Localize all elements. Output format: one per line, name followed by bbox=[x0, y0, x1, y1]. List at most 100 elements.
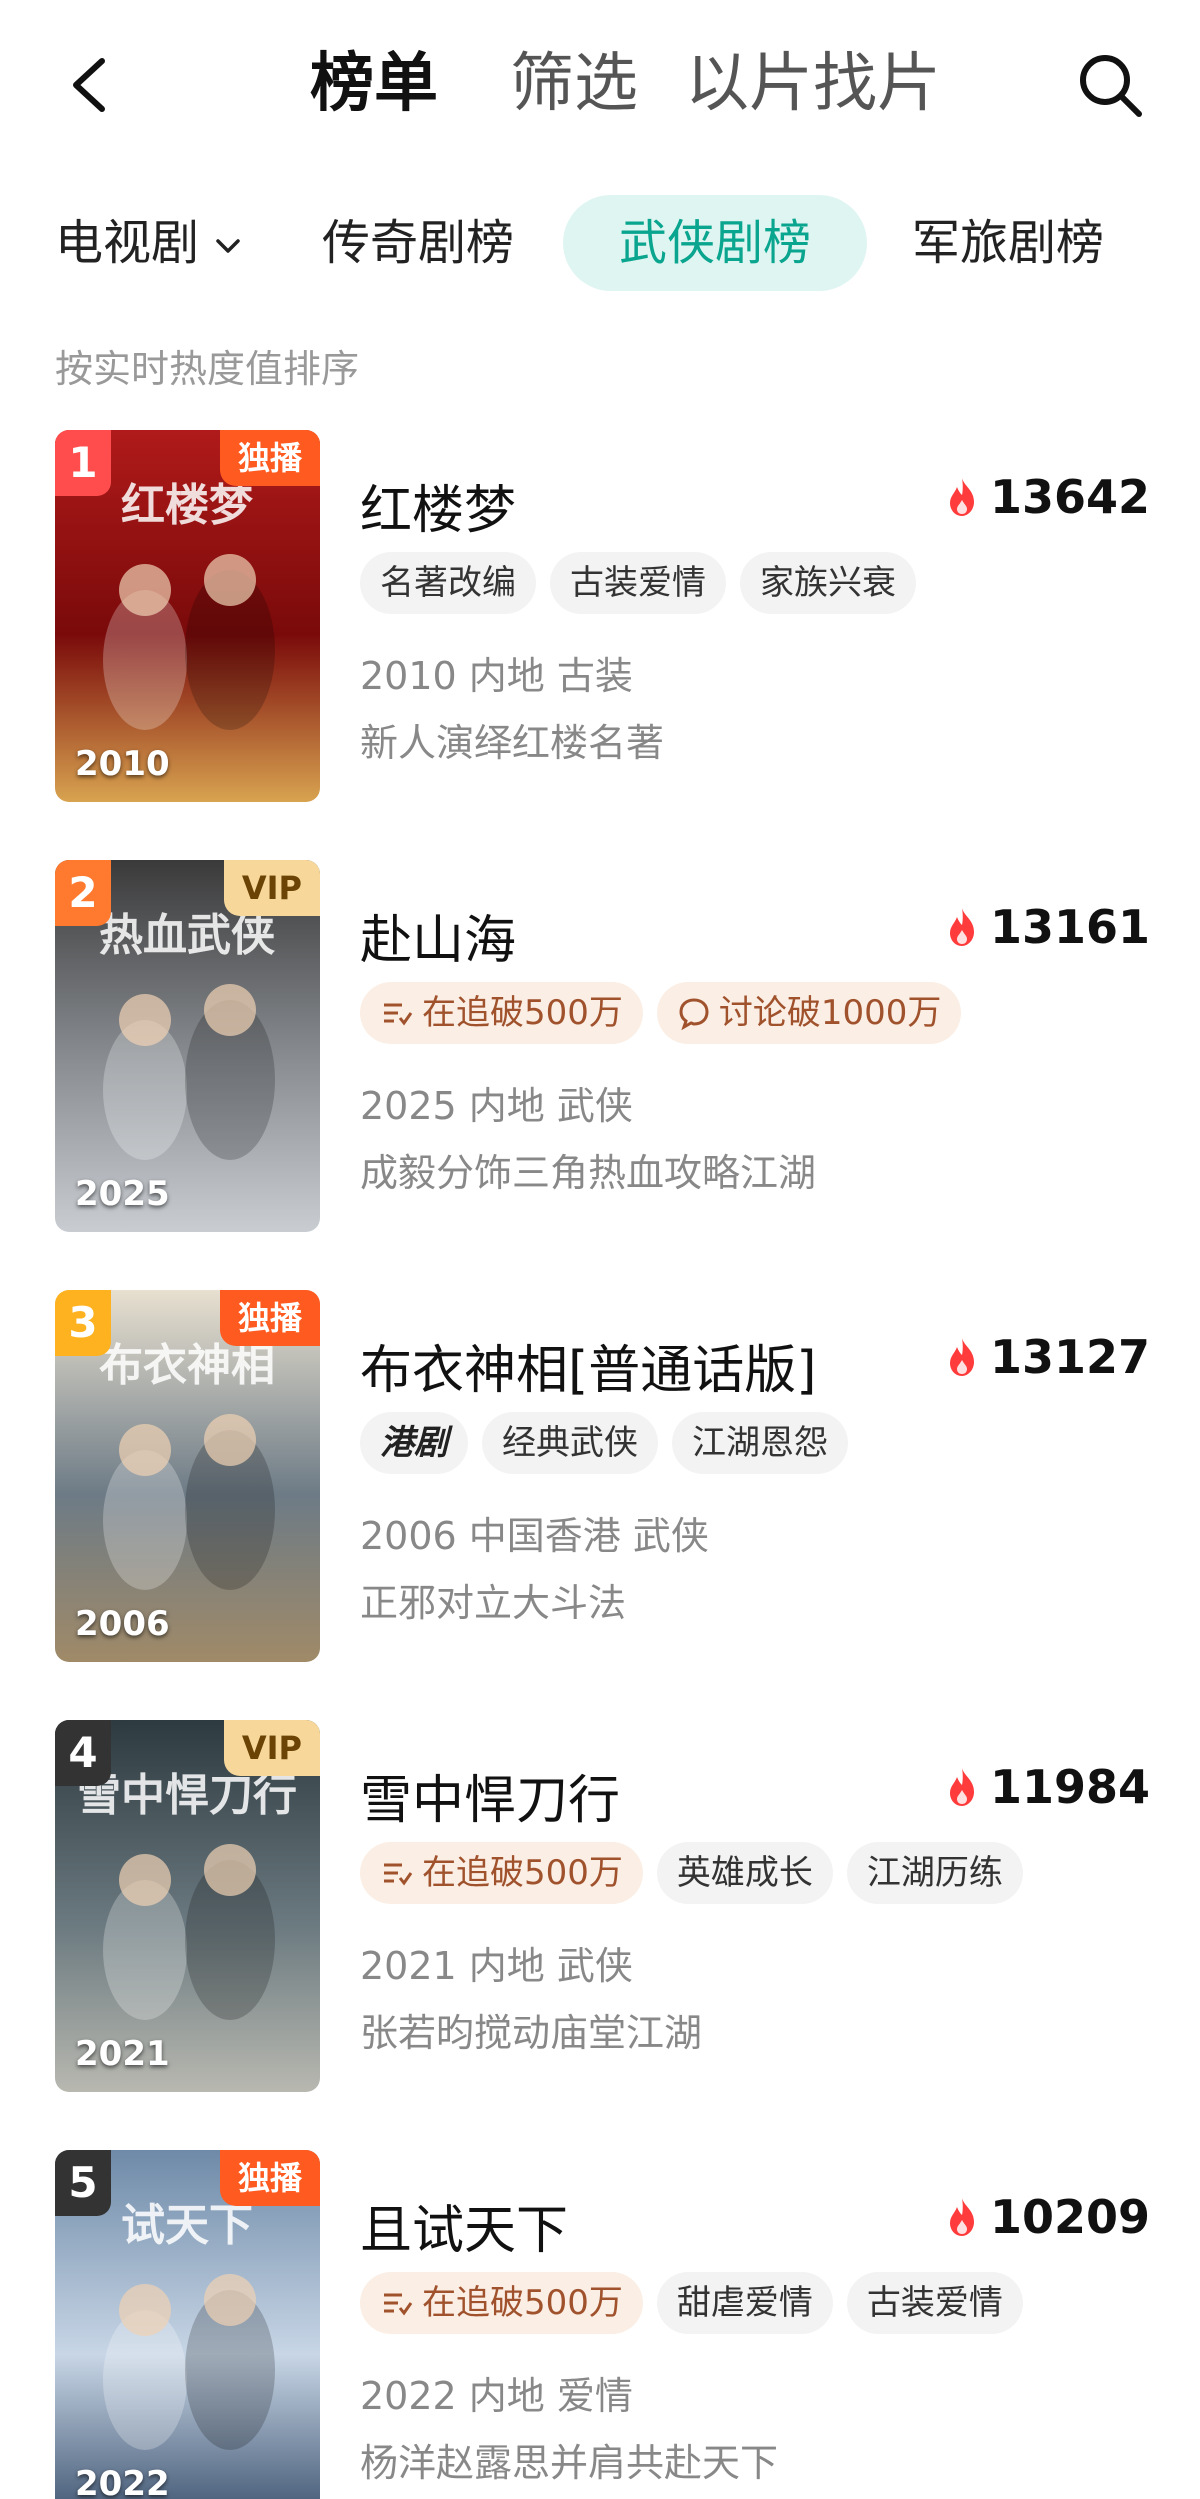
tag-label: 江湖恩怨 bbox=[692, 1423, 828, 1463]
tag-chip[interactable]: 英雄成长 bbox=[656, 1842, 833, 1904]
tag-label: 名著改编 bbox=[380, 563, 516, 603]
tag-chip[interactable]: 古装爱情 bbox=[550, 552, 726, 614]
poster-badge: VIP bbox=[223, 860, 320, 916]
list-item[interactable]: 雪中悍刀行 4 VIP 2021 雪中悍刀行 11984 在追破500万 英雄成长… bbox=[0, 1720, 1200, 2120]
tag-chip[interactable]: 讨论破1000万 bbox=[656, 982, 962, 1044]
top-navigation-bar: 榜单 筛选 以片找片 bbox=[0, 0, 1200, 170]
poster-image[interactable]: 热血武侠 2 VIP 2025 bbox=[55, 860, 320, 1232]
show-meta: 2022 内地 爱情 bbox=[360, 2374, 633, 2418]
show-description: 新人演绎红楼名著 bbox=[360, 721, 665, 765]
tag-label: 江湖历练 bbox=[866, 1853, 1003, 1893]
tab-ranking[interactable]: 榜单 bbox=[310, 44, 438, 124]
heat-score: 13127 bbox=[944, 1330, 1150, 1384]
show-description: 成毅分饰三角热血攻略江湖 bbox=[360, 1151, 817, 1195]
poster-year: 2022 bbox=[75, 2464, 170, 2499]
rank-number: 2 bbox=[55, 860, 111, 926]
heat-value: 13161 bbox=[989, 900, 1150, 954]
tag-chip[interactable]: 江湖历练 bbox=[846, 1842, 1023, 1904]
tag-chip[interactable]: 在追破500万 bbox=[360, 1842, 643, 1904]
tag-list: 在追破500万 英雄成长 江湖历练 bbox=[360, 1842, 1023, 1904]
show-title[interactable]: 雪中悍刀行 bbox=[360, 1758, 620, 1833]
poster-title-art: 试天下 bbox=[121, 2200, 253, 2251]
heat-score: 10209 bbox=[944, 2190, 1150, 2244]
heat-value: 13642 bbox=[989, 470, 1150, 524]
poster-image[interactable]: 布衣神相 3 独播 2006 bbox=[55, 1290, 320, 1662]
tag-chip[interactable]: 经典武侠 bbox=[482, 1412, 658, 1474]
show-description: 张若昀搅动庙堂江湖 bbox=[360, 2011, 703, 2055]
show-title[interactable]: 赴山海 bbox=[360, 898, 516, 973]
tag-list: 名著改编 古装爱情 家族兴衰 bbox=[360, 552, 916, 614]
flame-icon bbox=[949, 908, 974, 946]
heat-score: 13642 bbox=[944, 470, 1150, 524]
tag-chip[interactable]: 江湖恩怨 bbox=[672, 1412, 848, 1474]
tag-chip[interactable]: 古装爱情 bbox=[846, 2272, 1023, 2334]
follow-list-icon bbox=[384, 1863, 413, 1886]
follow-list-icon bbox=[384, 2293, 413, 2316]
poster-title-art: 红楼梦 bbox=[121, 480, 253, 531]
tag-chip[interactable]: 在追破500万 bbox=[360, 982, 643, 1044]
poster-badge: 独播 bbox=[219, 430, 320, 486]
poster-year: 2010 bbox=[75, 744, 170, 784]
poster-year: 2025 bbox=[75, 1174, 170, 1214]
heat-score: 13161 bbox=[944, 900, 1150, 954]
poster-image[interactable]: 雪中悍刀行 4 VIP 2021 bbox=[55, 1720, 320, 2092]
rank-number: 4 bbox=[55, 1720, 111, 1786]
tag-chip[interactable]: 家族兴衰 bbox=[740, 552, 916, 614]
tag-label: 古装爱情 bbox=[866, 2283, 1003, 2323]
category-dropdown-label: 电视剧 bbox=[55, 215, 200, 271]
poster-title-art: 布衣神相 bbox=[99, 1340, 275, 1391]
tag-label: 在追破500万 bbox=[422, 993, 623, 1033]
heat-score: 11984 bbox=[944, 1760, 1150, 1814]
tag-chip[interactable]: 名著改编 bbox=[360, 552, 536, 614]
poster-image[interactable]: 试天下 5 独播 2022 bbox=[55, 2150, 320, 2499]
tab-filter[interactable]: 筛选 bbox=[510, 44, 638, 124]
list-item[interactable]: 布衣神相 3 独播 2006 布衣神相[普通话版] 13127 港剧 经典武侠 江湖… bbox=[0, 1290, 1200, 1690]
list-item[interactable]: 试天下 5 独播 2022 且试天下 10209 在追破500万 甜虐爱情 古装爱情… bbox=[0, 2150, 1200, 2499]
tag-chip[interactable]: 甜虐爱情 bbox=[656, 2272, 833, 2334]
tag-label: 港剧 bbox=[380, 1423, 448, 1463]
show-meta: 2025 内地 武侠 bbox=[360, 1084, 633, 1128]
poster-image[interactable]: 红楼梦 1 独播 2010 bbox=[55, 430, 320, 802]
list-item[interactable]: 红楼梦 1 独播 2010 红楼梦 13642 名著改编 古装爱情 家族兴衰 201… bbox=[0, 430, 1200, 830]
poster-year: 2006 bbox=[75, 1604, 170, 1644]
show-title[interactable]: 布衣神相[普通话版] bbox=[360, 1328, 817, 1403]
tag-chip[interactable]: 港剧 bbox=[360, 1412, 468, 1474]
show-meta: 2010 内地 古装 bbox=[360, 654, 633, 698]
category-dropdown[interactable]: 电视剧 bbox=[55, 195, 243, 291]
tag-label: 经典武侠 bbox=[502, 1423, 638, 1463]
poster-badge: 独播 bbox=[219, 2150, 320, 2206]
heat-value: 11984 bbox=[989, 1760, 1150, 1814]
tag-label: 在追破500万 bbox=[422, 2283, 623, 2323]
chevron-down-icon bbox=[216, 239, 240, 253]
tag-list: 在追破500万 甜虐爱情 古装爱情 bbox=[360, 2272, 1023, 2334]
category-tab-legend[interactable]: 传奇剧榜 bbox=[322, 195, 514, 291]
poster-year: 2021 bbox=[75, 2034, 170, 2074]
comment-bubble-icon bbox=[679, 998, 709, 1030]
tag-list: 港剧 经典武侠 江湖恩怨 bbox=[360, 1412, 848, 1474]
heat-value: 13127 bbox=[989, 1330, 1150, 1384]
poster-title-art: 雪中悍刀行 bbox=[77, 1770, 297, 1821]
flame-icon bbox=[949, 1338, 974, 1376]
tag-label: 古装爱情 bbox=[570, 563, 706, 603]
category-tab-military[interactable]: 军旅剧榜 bbox=[912, 195, 1104, 291]
back-arrow-icon[interactable] bbox=[62, 55, 122, 115]
list-item[interactable]: 热血武侠 2 VIP 2025 赴山海 13161 在追破500万 讨论破1000… bbox=[0, 860, 1200, 1260]
tag-list: 在追破500万 讨论破1000万 bbox=[360, 982, 962, 1044]
tab-find-by-clip[interactable]: 以片找片 bbox=[685, 44, 941, 124]
show-title[interactable]: 红楼梦 bbox=[360, 468, 516, 543]
tag-label: 甜虐爱情 bbox=[676, 2283, 813, 2323]
category-tab-wuxia[interactable]: 武侠剧榜 bbox=[563, 195, 868, 291]
show-title[interactable]: 且试天下 bbox=[360, 2188, 568, 2263]
search-icon[interactable] bbox=[1075, 50, 1145, 120]
category-tabs: 电视剧 传奇剧榜 武侠剧榜 军旅剧榜 bbox=[0, 195, 1200, 295]
tag-chip[interactable]: 在追破500万 bbox=[360, 2272, 643, 2334]
tag-label: 英雄成长 bbox=[676, 1853, 813, 1893]
tag-label: 在追破500万 bbox=[422, 1853, 623, 1893]
sort-note: 按实时热度值排序 bbox=[55, 347, 360, 391]
tag-label: 讨论破1000万 bbox=[718, 993, 942, 1033]
flame-icon bbox=[949, 478, 974, 516]
poster-title-art: 热血武侠 bbox=[99, 910, 276, 961]
rank-number: 1 bbox=[55, 430, 111, 496]
tag-label: 家族兴衰 bbox=[760, 563, 896, 603]
flame-icon bbox=[949, 2198, 974, 2236]
